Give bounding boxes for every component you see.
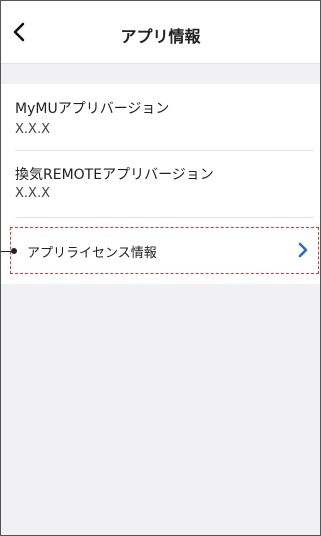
list-item-label: 換気REMOTEアプリバージョン: [15, 167, 214, 183]
chevron-left-icon: [13, 22, 25, 42]
back-button[interactable]: [1, 15, 41, 51]
callout-dot: [11, 248, 17, 254]
list-item-label: MyMUアプリバージョン: [15, 101, 170, 117]
license-info-row[interactable]: アプリライセンス情報: [1, 227, 320, 283]
app-info-list: MyMUアプリバージョン X.X.X 換気REMOTEアプリバージョン X.X.…: [1, 84, 320, 284]
page-title: アプリ情報: [120, 27, 201, 46]
list-item-remote-version: 換気REMOTEアプリバージョン X.X.X: [1, 151, 320, 217]
navigation-bar: アプリ情報: [1, 1, 320, 64]
list-item-mymu-version: MyMUアプリバージョン X.X.X: [1, 84, 320, 150]
chevron-right-icon: [298, 242, 308, 258]
list-item-value: X.X.X: [15, 122, 50, 137]
divider: [15, 217, 314, 218]
app-frame: アプリ情報 MyMUアプリバージョン X.X.X 換気REMOTEアプリバージョ…: [0, 0, 321, 536]
license-info-label: アプリライセンス情報: [27, 246, 157, 261]
list-item-value: X.X.X: [15, 186, 50, 201]
